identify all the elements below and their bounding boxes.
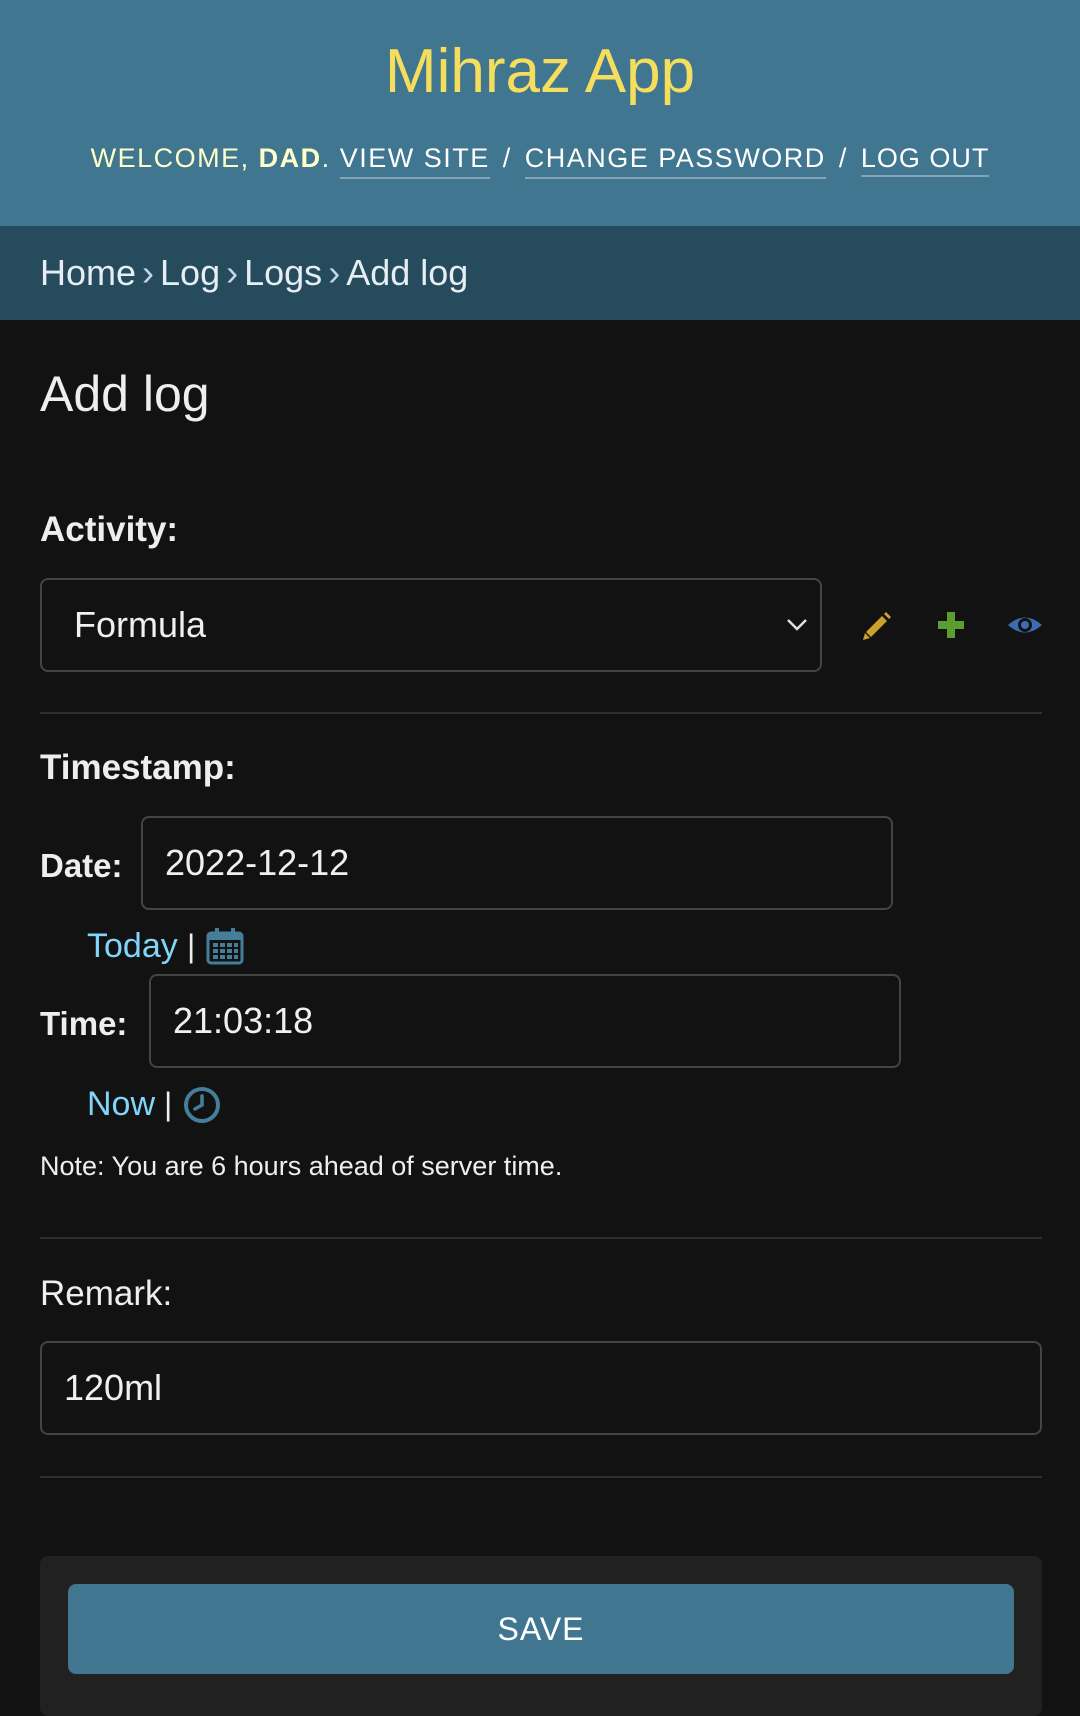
separator: / — [502, 143, 512, 173]
time-label: Time: — [40, 1005, 128, 1042]
remark-input[interactable]: 120ml — [40, 1341, 1042, 1435]
welcome-text: Welcome, — [90, 143, 250, 173]
log-out-button[interactable]: Log out — [860, 143, 990, 177]
plus-icon[interactable] — [932, 606, 970, 644]
user-tools: Welcome, dad. View site / Change passwor… — [0, 138, 1080, 179]
breadcrumb-current: Add log — [346, 252, 469, 293]
divider — [40, 1476, 1042, 1478]
chevron-down-icon — [787, 619, 807, 631]
time-input[interactable]: 21:03:18 — [149, 974, 901, 1068]
remark-label: Remark: — [40, 1274, 173, 1313]
breadcrumb-home-link[interactable]: Home — [40, 252, 136, 293]
now-link[interactable]: Now — [87, 1082, 155, 1126]
activity-selected-value: Formula — [74, 604, 207, 645]
divider — [40, 712, 1042, 714]
clock-icon[interactable] — [183, 1086, 221, 1124]
separator: | — [164, 1086, 173, 1122]
date-value: 2022-12-12 — [165, 842, 350, 883]
separator: / — [838, 143, 848, 173]
eye-icon[interactable] — [1006, 606, 1044, 644]
today-link[interactable]: Today — [87, 924, 178, 968]
calendar-icon[interactable] — [205, 926, 245, 966]
divider — [40, 1237, 1042, 1239]
breadcrumb: Home › Log › Logs › Add log — [0, 226, 1080, 320]
breadcrumb-logs-link[interactable]: Logs — [244, 252, 322, 293]
view-site-link[interactable]: View site — [339, 143, 490, 179]
date-input[interactable]: 2022-12-12 — [141, 816, 893, 910]
timezone-note: Note: You are 6 hours ahead of server ti… — [40, 1151, 563, 1181]
page-title: Add log — [40, 366, 210, 422]
pencil-icon[interactable] — [858, 606, 896, 644]
change-password-link[interactable]: Change password — [524, 143, 826, 179]
breadcrumb-log-link[interactable]: Log — [160, 252, 220, 293]
remark-value: 120ml — [64, 1367, 163, 1408]
date-label: Date: — [40, 847, 123, 884]
breadcrumb-separator: › — [142, 252, 155, 293]
activity-select[interactable]: Formula — [40, 578, 822, 672]
breadcrumb-separator: › — [328, 252, 341, 293]
breadcrumb-separator: › — [226, 252, 239, 293]
header: Mihraz App Welcome, dad. View site / Cha… — [0, 0, 1080, 226]
submit-row: SAVE — [40, 1556, 1042, 1716]
user-name: dad — [258, 143, 322, 173]
time-value: 21:03:18 — [173, 1000, 314, 1041]
timestamp-label: Timestamp: — [40, 748, 236, 787]
site-title[interactable]: Mihraz App — [0, 34, 1080, 110]
separator: | — [187, 928, 196, 964]
activity-label: Activity: — [40, 510, 179, 549]
save-button[interactable]: SAVE — [68, 1584, 1014, 1674]
welcome-period: . — [321, 143, 331, 173]
